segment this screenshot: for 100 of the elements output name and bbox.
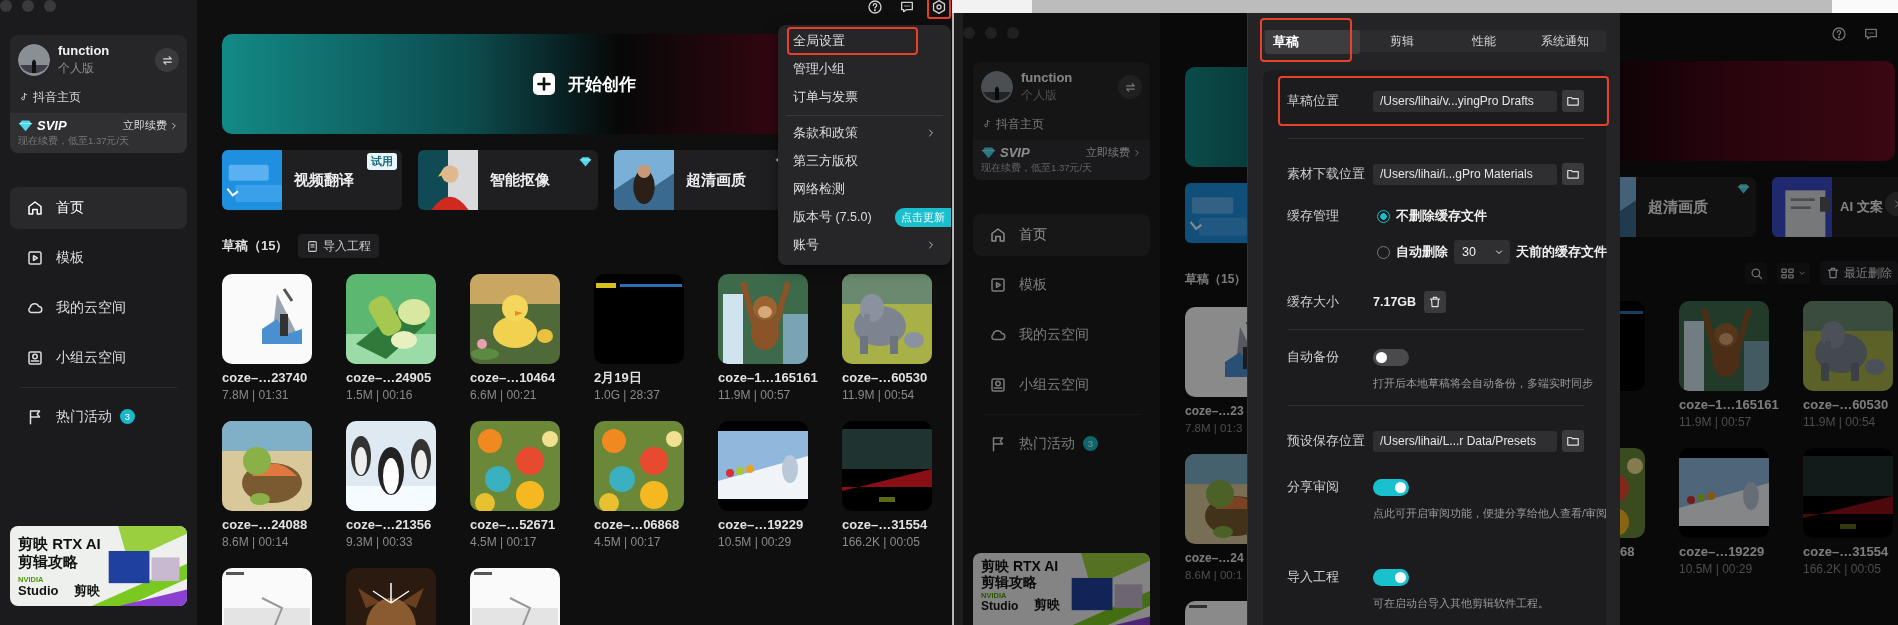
days-select[interactable]: 30 (1454, 240, 1510, 264)
draft-title: coze–…19229 (718, 517, 804, 533)
draft-title: coze–…23 (1185, 403, 1244, 419)
banner-title: 剪映 RTX AI (981, 558, 1060, 574)
draft-info: 1.0G | 28:37 (594, 387, 660, 403)
draft-info: 10.5M | 00:29 (718, 534, 792, 550)
setting-label: 素材下载位置 (1287, 165, 1366, 183)
profile-link[interactable]: 抖音主页 (981, 116, 1044, 132)
draft-title: coze–…24905 (346, 370, 432, 386)
draft-info: 1.5M | 00:16 (346, 387, 413, 403)
banner-title: 剪辑攻略 (18, 553, 79, 571)
renew-link[interactable]: 立即续费 (123, 118, 179, 133)
draft-title: coze–…06868 (594, 517, 680, 533)
draft-info: 4.5M | 00:17 (594, 534, 661, 550)
nav-item[interactable]: 模板 (10, 237, 187, 279)
draft-title: coze–…24088 (222, 517, 308, 533)
count-badge: 3 (1083, 436, 1098, 451)
draft-info: 7.8M | 01:3 (1185, 421, 1243, 436)
profile-link[interactable]: 抖音主页 (18, 89, 81, 105)
banner-title: 剪辑攻略 (981, 574, 1038, 590)
draft-info: 166.2K | 00:05 (1803, 561, 1881, 577)
draft-title: coze–…60530 (1803, 397, 1889, 413)
setting-label: 缓存大小 (1287, 293, 1340, 311)
draft-info: 8.6M | 00:1 (1185, 568, 1243, 583)
draft-info: 10.5M | 00:29 (1679, 561, 1753, 577)
setting-label: 自动备份 (1287, 348, 1340, 366)
setting-label: 分享审阅 (1287, 478, 1340, 496)
draft-info: 8.6M | 00:14 (222, 534, 289, 550)
path-field[interactable]: /Users/lihai/v...yingPro Drafts (1373, 90, 1557, 112)
trial-badge: 试用 (367, 153, 397, 170)
draft-title: coze–…19229 (1679, 544, 1765, 560)
user-name: function (58, 43, 110, 58)
renew-link[interactable]: 立即续费 (1086, 145, 1142, 160)
plan-label: 个人版 (58, 60, 95, 77)
draft-title: coze–…24 (1185, 550, 1244, 566)
vip-title: SVIP (1000, 145, 1030, 160)
banner-title: 剪映 RTX AI (18, 535, 102, 553)
brand-label: Studio (981, 600, 1019, 612)
draft-title: 2月19日 (594, 370, 642, 386)
option-label: 不删除缓存文件 (1396, 207, 1487, 225)
draft-title: coze–…21356 (346, 517, 432, 533)
draft-title: coze–…52671 (470, 517, 556, 533)
menu-item[interactable]: 全局设置 (787, 27, 918, 55)
setting-label: 缓存管理 (1287, 208, 1340, 225)
draft-info: 11.9M | 00:54 (1803, 414, 1876, 430)
path-field[interactable]: /Users/lihai/i...gPro Materials (1373, 163, 1557, 185)
path-field[interactable]: /Users/lihai/L...r Data/Presets (1373, 430, 1557, 452)
draft-info: 4.5M | 00:17 (470, 534, 537, 550)
draft-info: 9.3M | 00:33 (346, 534, 413, 550)
tool-card[interactable]: 视频翻译 试用 (222, 150, 402, 210)
recent-deleted-button[interactable]: 最近删除 (1820, 261, 1898, 285)
section-title: 草稿（15） (222, 237, 289, 255)
setting-hint: 可在启动台导入其他剪辑软件工程。 (1373, 596, 1549, 611)
draft-info: 11.9M | 00:54 (842, 387, 915, 403)
brand-logo: 剪映 (74, 584, 101, 598)
nav-item[interactable]: 小组云空间 (10, 337, 187, 379)
draft-title: coze–…23740 (222, 370, 308, 386)
user-name: function (1021, 70, 1073, 85)
vip-note: 现在续费，低至1.37元/天 (981, 162, 1094, 175)
draft-title: coze–…31554 (842, 517, 928, 533)
nav-item[interactable]: 我的云空间 (973, 314, 1150, 356)
tab[interactable]: 草稿 (1265, 30, 1360, 54)
draft-info: 11.9M | 00:57 (1679, 414, 1752, 430)
draft-title: coze–…31554 (1803, 544, 1889, 560)
tab[interactable]: 性能 (1443, 30, 1525, 52)
draft-info: 11.9M | 00:57 (718, 387, 791, 403)
vip-title: SVIP (37, 118, 67, 133)
setting-hint: 点此可开启审阅功能，便捷分享给他人查看/审阅 (1373, 506, 1607, 521)
nav-item[interactable]: 首页 (10, 187, 187, 229)
tab[interactable]: 剪辑 (1361, 30, 1443, 52)
cache-size: 7.17GB (1373, 295, 1418, 309)
setting-hint: 打开后本地草稿将会自动备份，多端实时同步 (1373, 376, 1593, 391)
tool-card[interactable]: 智能抠像 (418, 150, 598, 210)
draft-info: 6.6M | 00:21 (470, 387, 537, 403)
tab[interactable]: 系统通知 (1524, 30, 1606, 52)
option-label: 自动删除 (1396, 243, 1448, 261)
draft-title: coze–…60530 (842, 370, 928, 386)
menu-item[interactable]: 账号 (787, 231, 951, 259)
option-label: 天前的缓存文件 (1516, 243, 1607, 261)
count-badge: 3 (120, 409, 135, 424)
nav-item[interactable]: 首页 (973, 214, 1150, 256)
draft-title: coze–1…165161 (1679, 397, 1779, 413)
draft-title: coze–…10464 (470, 370, 556, 386)
setting-label: 草稿位置 (1287, 92, 1340, 110)
draft-info: 7.8M | 01:31 (222, 387, 289, 403)
import-button[interactable]: 导入工程 (298, 234, 380, 258)
setting-label: 导入工程 (1287, 568, 1340, 586)
tool-card[interactable]: 超清画质 (1620, 177, 1756, 237)
draft-info: 166.2K | 00:05 (842, 534, 920, 550)
nav-item[interactable]: 模板 (973, 264, 1150, 306)
nav-item[interactable]: 小组云空间 (973, 364, 1150, 406)
tool-card[interactable]: AI 文案 (1772, 177, 1898, 237)
section-title: 草稿（15） (1185, 271, 1247, 288)
nav-item[interactable]: 我的云空间 (10, 287, 187, 329)
brand-logo: 剪映 (1034, 598, 1061, 612)
setting-label: 预设保存位置 (1287, 432, 1366, 450)
brand-label: Studio (18, 584, 59, 598)
draft-title: coze–1…165161 (718, 370, 818, 386)
vip-note: 现在续费，低至1.37元/天 (18, 135, 131, 148)
draft-title: 68 (1620, 544, 1635, 560)
